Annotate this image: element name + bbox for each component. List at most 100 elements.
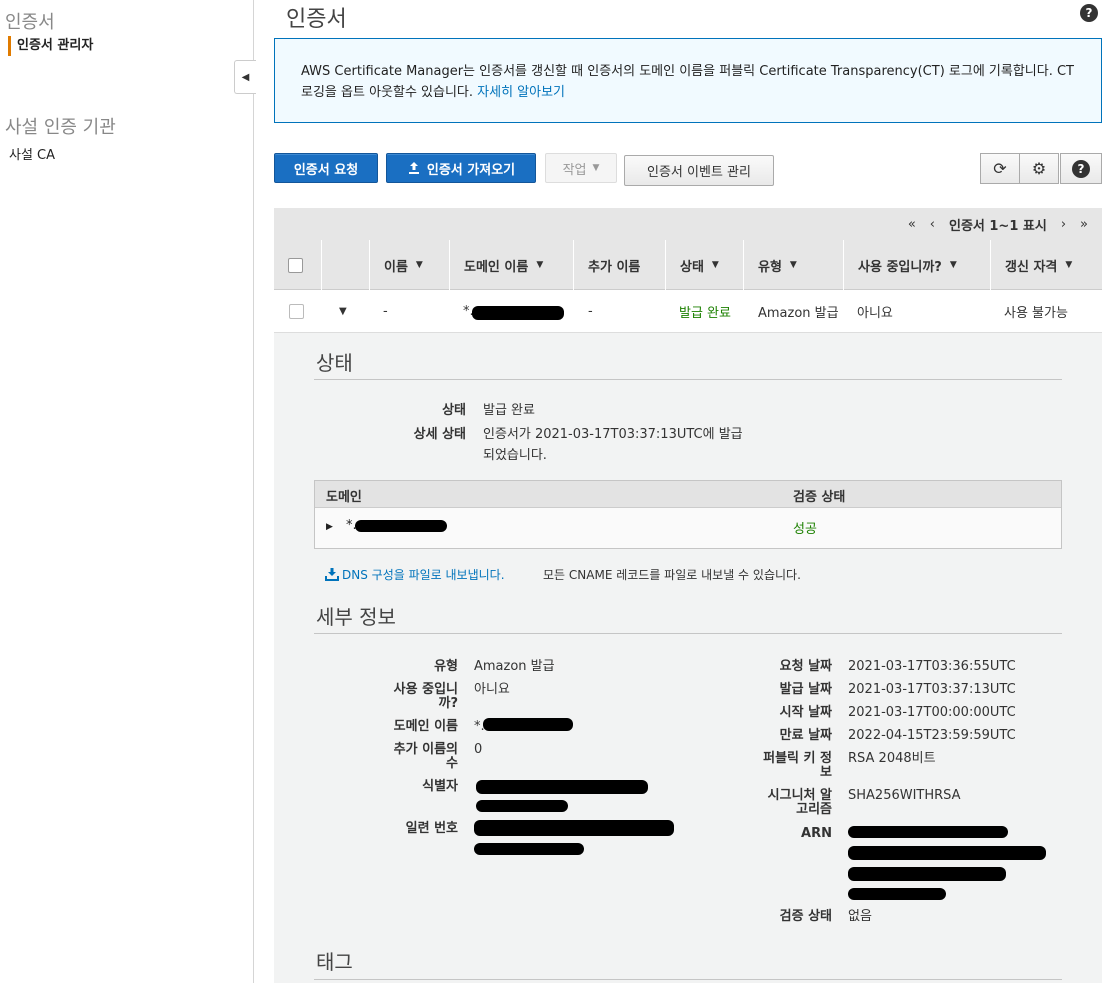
col-name[interactable]: 이름 ▼ [369,240,449,290]
additional-count-value: 0 [474,742,483,757]
status-section-title: 상태 [316,351,353,375]
pubkey-value: RSA 2048비트 [848,751,936,766]
redaction [483,718,573,731]
pubkey-label-1: 퍼블릭 키 정 [763,751,832,766]
expand-domain-icon[interactable]: ▶ [326,522,333,532]
domain-col-header: 도메인 [326,490,362,505]
next-page-icon[interactable]: › [1061,217,1066,232]
expire-label: 만료 날짜 [779,728,832,743]
manage-events-button[interactable]: 인증서 이벤트 관리 [624,155,774,186]
tags-section-title: 태그 [316,950,353,974]
redaction [476,780,648,794]
validation-label: 검증 상태 [779,909,832,924]
divider [314,379,1062,380]
start-label: 시작 날짜 [779,705,832,720]
redaction [474,820,674,836]
additional-count-label-2: 수 [446,756,458,771]
chevron-left-icon: ◀ [241,71,250,83]
identifier-label: 식별자 [422,779,458,794]
sort-icon: ▼ [1065,260,1073,270]
redaction [848,846,1046,860]
signature-value: SHA256WITHRSA [848,788,961,803]
requested-label: 요청 날짜 [779,659,832,674]
col-additional[interactable]: 추가 이름 [573,240,665,290]
select-all-checkbox[interactable] [274,240,321,290]
cell-in-use: 아니요 [857,306,893,321]
sort-icon: ▼ [536,260,544,270]
expire-value: 2022-04-15T23:59:59UTC [848,728,1016,743]
download-icon [325,568,339,581]
divider [314,979,1062,980]
import-certificate-button[interactable]: 인증서 가져오기 [386,153,536,183]
gear-icon: ⚙ [1031,159,1047,178]
cell-type: Amazon 발급 [758,306,839,321]
details-section-title: 세부 정보 [316,605,396,629]
last-page-icon[interactable]: » [1080,217,1088,232]
table-row[interactable]: ▼ - *. - 발급 완료 Amazon 발급 아니요 사용 불가능 [274,290,1102,333]
sidebar: 인증서 인증서 관리자 사설 인증 기관 사설 CA [0,0,254,983]
type-value: Amazon 발급 [474,659,555,674]
issued-value: 2021-03-17T03:37:13UTC [848,682,1016,697]
expand-row-icon[interactable]: ▼ [339,290,347,333]
upload-icon [408,162,419,174]
in-use-value: 아니요 [474,682,510,697]
first-page-icon[interactable]: « [908,217,916,232]
validation-col-header: 검증 상태 [793,490,846,505]
redaction [472,306,564,320]
col-type[interactable]: 유형 ▼ [743,240,843,290]
redaction [848,888,946,900]
prev-page-icon[interactable]: ‹ [930,217,935,232]
help-button[interactable]: ? [1060,153,1102,184]
pagination-bar: « ‹ 인증서 1~1 표시 › » [274,208,1102,240]
info-text: AWS Certificate Manager는 인증서를 갱신할 때 인증서의… [301,64,1074,100]
sidebar-section-private-ca[interactable]: 사설 인증 기관 [5,113,116,139]
row-checkbox[interactable] [289,290,304,333]
type-label: 유형 [434,659,458,674]
actions-dropdown[interactable]: 작업 ▼ [545,153,617,183]
expand-column [321,240,369,290]
in-use-label-1: 사용 중입니 [393,682,458,697]
status-label: 상태 [442,403,466,418]
help-icon[interactable]: ? [1080,4,1098,22]
cell-name: - [383,304,388,319]
arn-label: ARN [801,826,832,841]
sidebar-section-certificates[interactable]: 인증서 [5,8,55,34]
settings-button[interactable]: ⚙ [1019,153,1059,184]
divider [314,633,1062,634]
table-header: 이름 ▼ 도메인 이름 ▼ 추가 이름 상태 ▼ 유형 ▼ 사용 중입니까? ▼ 갱신 자… [274,240,1102,290]
caret-down-icon: ▼ [592,163,600,173]
sort-icon: ▼ [949,260,957,270]
in-use-label-2: 까? [438,696,458,711]
refresh-button[interactable]: ⟳ [980,153,1020,184]
requested-value: 2021-03-17T03:36:55UTC [848,659,1016,674]
import-label: 인증서 가져오기 [426,162,516,178]
detail-status-label: 상세 상태 [413,427,466,442]
domain-validation-table: 도메인 검증 상태 ▶ *. 성공 [314,480,1062,549]
learn-more-link[interactable]: 자세히 알아보기 [477,85,565,100]
export-dns-link[interactable]: DNS 구성을 파일로 내보냅니다. [325,566,505,583]
sidebar-item-certificate-manager[interactable]: 인증서 관리자 [8,36,93,56]
collapse-sidebar-button[interactable]: ◀ [234,60,256,94]
col-renewal[interactable]: 갱신 자격 ▼ [990,240,1102,290]
redaction [476,800,568,812]
domain-label: 도메인 이름 [393,719,458,734]
cell-additional: - [588,304,593,319]
signature-label-1: 시그니처 알 [767,788,832,803]
col-in-use[interactable]: 사용 중입니까? ▼ [843,240,990,290]
col-status[interactable]: 상태 ▼ [665,240,743,290]
validation-value: 없음 [848,909,872,924]
redaction [474,843,584,855]
ct-logging-info-box: AWS Certificate Manager는 인증서를 갱신할 때 인증서의… [274,38,1102,123]
pubkey-label-2: 보 [820,765,832,780]
serial-label: 일련 번호 [405,821,458,836]
export-dns-note: 모든 CNAME 레코드를 파일로 내보낼 수 있습니다. [543,568,801,582]
page-title: 인증서 [286,7,347,32]
signature-label-2: 고리즘 [796,802,832,817]
status-value: 발급 완료 [483,403,535,418]
sort-icon: ▼ [415,260,423,270]
request-certificate-button[interactable]: 인증서 요청 [274,153,378,183]
sidebar-item-private-ca[interactable]: 사설 CA [9,144,55,163]
refresh-icon: ⟳ [993,159,1007,178]
col-domain[interactable]: 도메인 이름 ▼ [449,240,573,290]
sort-icon: ▼ [789,260,797,270]
